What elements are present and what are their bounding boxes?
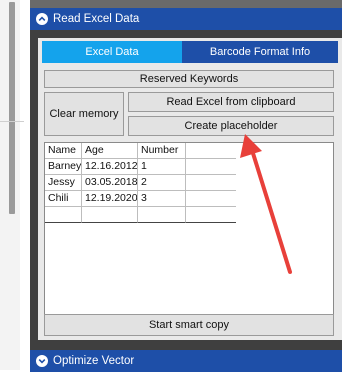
start-smart-copy-button[interactable]: Start smart copy xyxy=(44,314,334,336)
table-cell[interactable]: 1 xyxy=(138,159,186,175)
table-row[interactable]: Jessy 03.05.2018 2 xyxy=(45,175,333,191)
chevron-up-icon xyxy=(36,13,48,25)
table-cell[interactable] xyxy=(186,175,236,191)
column-header-age[interactable]: Age xyxy=(82,143,138,159)
table-cell[interactable]: 2 xyxy=(138,175,186,191)
excel-data-table[interactable]: Name Age Number Barney 12.16.2012 1 Jess… xyxy=(44,142,334,328)
table-cell[interactable] xyxy=(186,191,236,207)
table-cell[interactable]: 12.16.2012 xyxy=(82,159,138,175)
column-header-number[interactable]: Number xyxy=(138,143,186,159)
table-cell[interactable] xyxy=(82,207,138,223)
divider xyxy=(0,121,24,122)
tab-barcode-format-info[interactable]: Barcode Format Info xyxy=(182,41,338,63)
table-cell[interactable]: Barney xyxy=(45,159,82,175)
table-cell[interactable] xyxy=(186,159,236,175)
clear-memory-button[interactable]: Clear memory xyxy=(44,92,124,136)
section-title: Optimize Vector xyxy=(53,355,135,367)
table-header-row: Name Age Number xyxy=(45,143,333,159)
section-header-read-excel[interactable]: Read Excel Data xyxy=(30,8,342,30)
table-cell[interactable]: Chili xyxy=(45,191,82,207)
table-cell[interactable]: Jessy xyxy=(45,175,82,191)
table-row[interactable]: Chili 12.19.2020 3 xyxy=(45,191,333,207)
create-placeholder-button[interactable]: Create placeholder xyxy=(128,116,334,136)
read-excel-clipboard-button[interactable]: Read Excel from clipboard xyxy=(128,92,334,112)
column-header-empty xyxy=(186,143,236,159)
table-cell[interactable] xyxy=(186,207,236,223)
section-header-optimize-vector[interactable]: Optimize Vector xyxy=(30,350,342,372)
chevron-down-icon xyxy=(36,355,48,367)
table-cell[interactable]: 03.05.2018 xyxy=(82,175,138,191)
side-panel: Read Excel Data Excel Data Barcode Forma… xyxy=(30,0,342,372)
tab-excel-data[interactable]: Excel Data xyxy=(42,41,182,63)
table-row-new[interactable] xyxy=(45,207,333,223)
scrollbar-thumb[interactable] xyxy=(9,2,15,214)
table-cell[interactable]: 12.19.2020 xyxy=(82,191,138,207)
reserved-keywords-button[interactable]: Reserved Keywords xyxy=(44,70,334,88)
table-cell[interactable]: 3 xyxy=(138,191,186,207)
previous-section-edge xyxy=(30,0,342,8)
table-cell[interactable] xyxy=(138,207,186,223)
column-header-name[interactable]: Name xyxy=(45,143,82,159)
section-title: Read Excel Data xyxy=(53,13,140,25)
table-cell[interactable] xyxy=(45,207,82,223)
table-row[interactable]: Barney 12.16.2012 1 xyxy=(45,159,333,175)
read-excel-content: Excel Data Barcode Format Info Reserved … xyxy=(38,38,342,340)
